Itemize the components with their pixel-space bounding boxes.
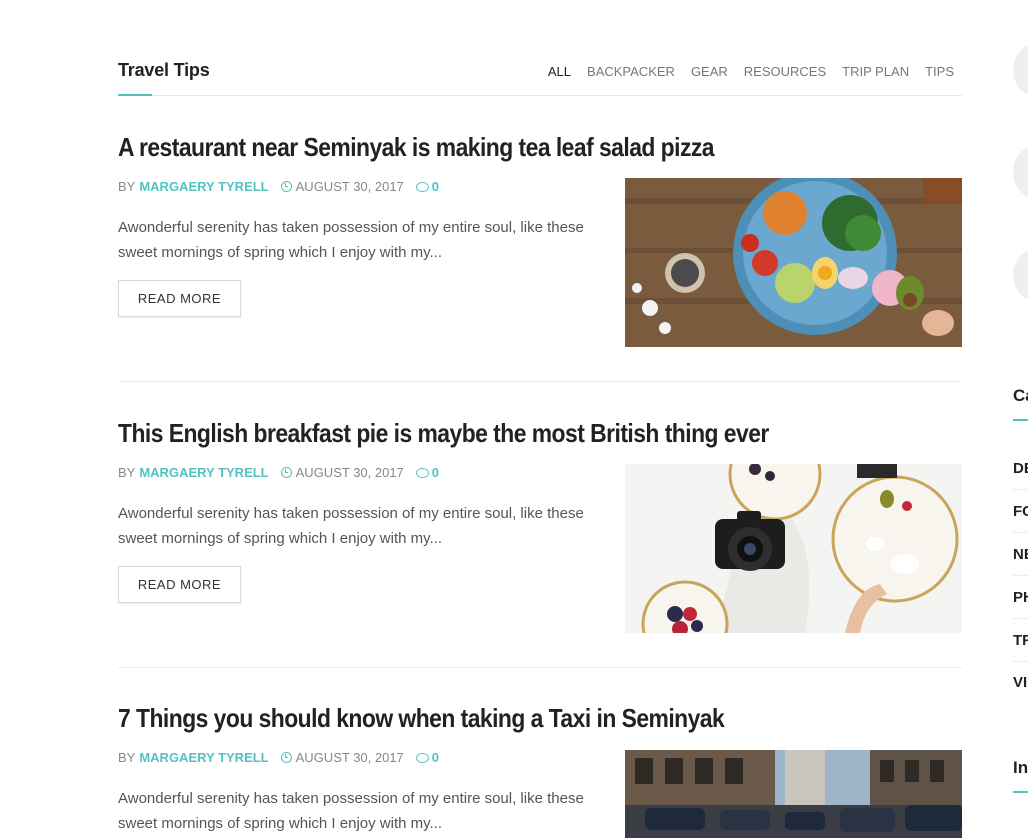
city-street-image [625, 750, 962, 838]
post-thumbnail-breakfast-camera[interactable] [625, 464, 962, 633]
post-excerpt: Awonderful serenity has taken possession… [118, 219, 584, 261]
sidebar-avatar[interactable] [1013, 45, 1028, 95]
post-comment-count[interactable]: 0 [432, 465, 439, 480]
post-excerpt: Awonderful serenity has taken possession… [118, 790, 584, 832]
sidebar-second-heading: In [1013, 758, 1028, 777]
sidebar-categories-heading: Ca [1013, 386, 1028, 405]
post-thumbnail-food-salad[interactable] [625, 178, 962, 347]
post-by-label: BY [118, 465, 136, 480]
post-title[interactable]: 7 Things you should know when taking a T… [118, 703, 861, 734]
sidebar-category-item[interactable]: FC [1013, 490, 1028, 533]
section-title-underline [118, 94, 152, 96]
filter-tab-backpacker[interactable]: BACKPACKER [587, 64, 675, 79]
breakfast-image [625, 464, 962, 633]
clock-icon [280, 752, 292, 763]
post-date[interactable]: AUGUST 30, 2017 [296, 465, 404, 480]
comment-icon [415, 467, 429, 478]
filter-tab-resources[interactable]: RESOURCES [744, 64, 826, 79]
post-meta: BY MARGAERY TYRELL AUGUST 30, 2017 0 [118, 179, 439, 194]
section-title: Travel Tips [118, 60, 210, 80]
post-comment-count[interactable]: 0 [432, 750, 439, 765]
post-author-link[interactable]: MARGAERY TYRELL [139, 465, 268, 480]
post-divider [118, 381, 962, 382]
sidebar-category-item[interactable]: NE [1013, 533, 1028, 576]
post-author-link[interactable]: MARGAERY TYRELL [139, 750, 268, 765]
section-header: Travel Tips ALL BACKPACKER GEAR RESOURCE… [118, 58, 962, 96]
post-by-label: BY [118, 179, 136, 194]
sidebar-avatar[interactable] [1013, 250, 1028, 300]
post-meta: BY MARGAERY TYRELL AUGUST 30, 2017 0 [118, 750, 439, 765]
post-divider [118, 667, 962, 668]
filter-tab-tips[interactable]: TIPS [925, 64, 954, 79]
post-thumbnail-city-taxi[interactable] [625, 750, 962, 838]
clock-icon [280, 467, 292, 478]
sidebar-heading-underline [1013, 791, 1028, 793]
filter-tab-trip-plan[interactable]: TRIP PLAN [842, 64, 909, 79]
post-comment-count[interactable]: 0 [432, 179, 439, 194]
post-date[interactable]: AUGUST 30, 2017 [296, 179, 404, 194]
post-title[interactable]: This English breakfast pie is maybe the … [118, 418, 861, 449]
sidebar-category-item[interactable]: PH [1013, 576, 1028, 619]
read-more-button[interactable]: READ MORE [118, 566, 241, 603]
post-author-link[interactable]: MARGAERY TYRELL [139, 179, 268, 194]
post-item: A restaurant near Seminyak is making tea… [118, 132, 962, 352]
comment-icon [415, 181, 429, 192]
post-item: 7 Things you should know when taking a T… [118, 703, 962, 838]
filter-tab-all[interactable]: ALL [548, 64, 571, 79]
post-item: This English breakfast pie is maybe the … [118, 418, 962, 638]
post-meta: BY MARGAERY TYRELL AUGUST 30, 2017 0 [118, 465, 439, 480]
sidebar-heading-underline [1013, 419, 1028, 421]
sidebar-category-item[interactable]: DE [1013, 447, 1028, 490]
clock-icon [280, 181, 292, 192]
comment-icon [415, 752, 429, 763]
sidebar-avatar[interactable] [1013, 147, 1028, 197]
salad-image [625, 178, 962, 347]
post-by-label: BY [118, 750, 136, 765]
post-excerpt: Awonderful serenity has taken possession… [118, 505, 584, 547]
sidebar-category-item[interactable]: VI [1013, 661, 1028, 704]
filter-tab-gear[interactable]: GEAR [691, 64, 728, 79]
post-date[interactable]: AUGUST 30, 2017 [296, 750, 404, 765]
read-more-button[interactable]: READ MORE [118, 280, 241, 317]
post-title[interactable]: A restaurant near Seminyak is making tea… [118, 132, 861, 163]
sidebar-category-item[interactable]: TR [1013, 619, 1028, 662]
filter-tabs: ALL BACKPACKER GEAR RESOURCES TRIP PLAN … [548, 64, 954, 79]
